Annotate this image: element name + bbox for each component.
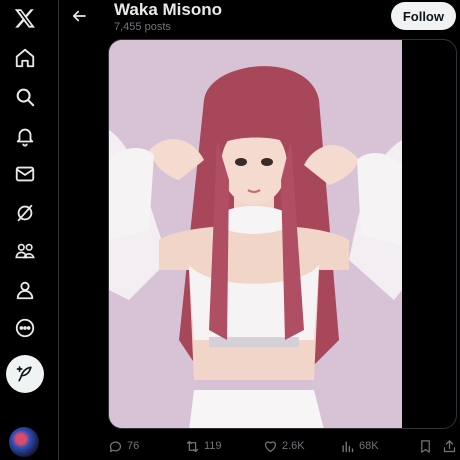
communities-icon[interactable]	[7, 233, 43, 269]
bookmark-button[interactable]	[418, 436, 433, 456]
bookmark-icon	[421, 439, 430, 453]
post-count: 7,455 posts	[114, 21, 171, 33]
profile-name: Waka Misono	[114, 0, 222, 19]
search-icon[interactable]	[7, 79, 43, 115]
like-button[interactable]: 2.6K	[263, 436, 305, 456]
views-button[interactable]: 68K	[340, 436, 379, 456]
share-icon	[443, 439, 456, 452]
like-count: 2.6K	[282, 440, 305, 452]
notifications-icon[interactable]	[7, 118, 43, 154]
x-logo-icon[interactable]	[7, 0, 43, 36]
views-count: 68K	[359, 440, 379, 452]
repost-count: 119	[204, 440, 222, 452]
post-photo[interactable]	[109, 40, 402, 428]
repost-button[interactable]: 119	[185, 436, 222, 456]
back-button[interactable]	[66, 4, 92, 28]
more-icon[interactable]	[7, 310, 43, 346]
share-button[interactable]	[442, 436, 457, 456]
heart-icon	[264, 440, 277, 452]
post-actions: 76 119 2.6K 68K	[100, 436, 460, 458]
grok-icon[interactable]	[7, 195, 43, 231]
reply-icon	[109, 441, 122, 452]
profile-icon[interactable]	[7, 272, 43, 308]
back-arrow-icon	[72, 10, 86, 22]
follow-button[interactable]: Follow	[390, 2, 456, 30]
app-root: Waka Misono 7,455 posts Follow 76 119 2.…	[0, 0, 460, 460]
reply-button[interactable]: 76	[108, 436, 139, 456]
views-chart-icon	[342, 440, 354, 452]
compose-post-icon	[16, 366, 32, 382]
nav-divider	[58, 0, 59, 460]
compose-post-button[interactable]	[6, 355, 44, 393]
reply-count: 76	[127, 440, 140, 452]
repost-icon	[186, 440, 199, 452]
home-icon[interactable]	[7, 40, 43, 76]
photo-illustration	[109, 40, 402, 428]
avatar[interactable]	[9, 427, 39, 457]
left-nav	[0, 0, 52, 460]
messages-icon[interactable]	[7, 156, 43, 192]
post-media[interactable]	[108, 39, 457, 429]
